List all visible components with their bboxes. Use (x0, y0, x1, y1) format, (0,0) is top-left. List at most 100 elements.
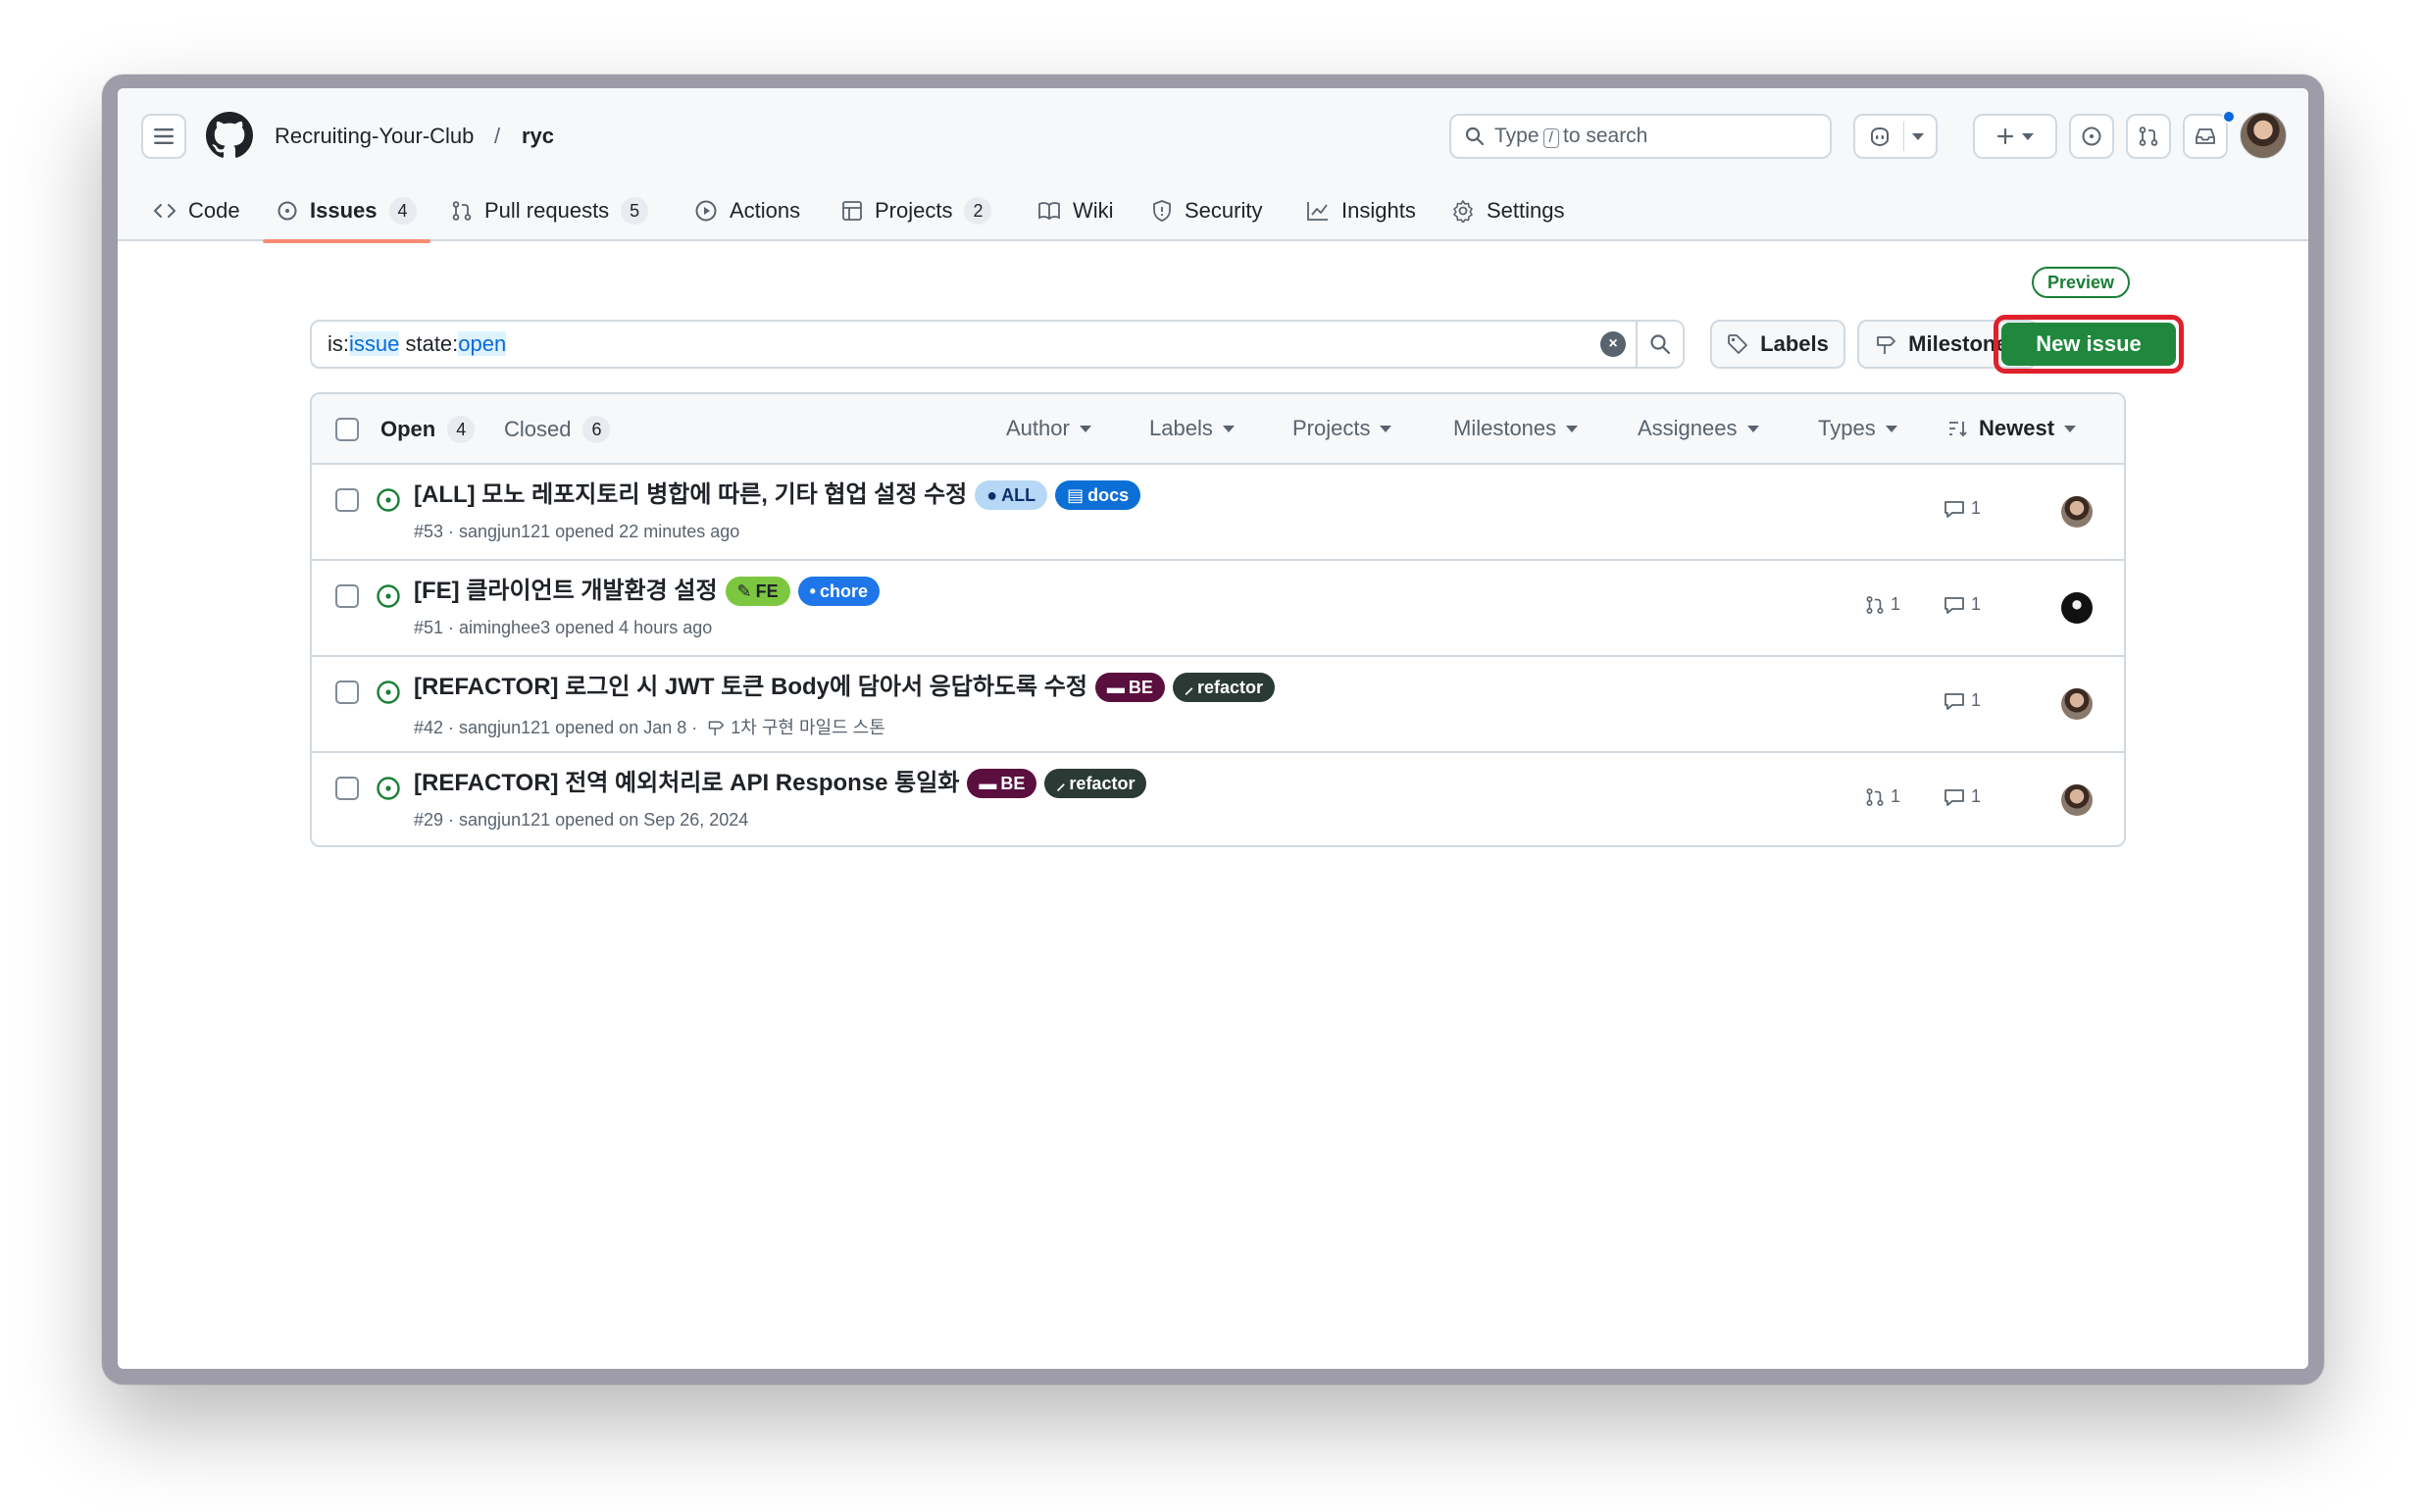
clear-filter-icon[interactable]: × (1600, 331, 1626, 357)
play-icon (695, 200, 717, 222)
global-search-input[interactable]: Type / to search (1449, 114, 1832, 159)
tab-wiki[interactable]: Wiki (1037, 180, 1114, 241)
labels-filter-dropdown[interactable]: Labels (1149, 416, 1235, 441)
linked-pr-count[interactable]: 1 (1865, 594, 1900, 615)
issue-row[interactable]: [FE] 클라이언트 개발환경 설정 ✎ FE • chore #51 · aimi… (312, 561, 2124, 657)
issues-shortcut-button[interactable] (2069, 114, 2114, 159)
issue-meta: #42 · sangjun121 opened on Jan 8 · 1차 구현… (414, 718, 885, 737)
chevron-down-icon (2022, 132, 2034, 140)
tab-code[interactable]: Code (153, 180, 240, 241)
tab-security[interactable]: Security (1151, 180, 1262, 241)
issue-checkbox[interactable] (335, 584, 359, 608)
new-issue-button[interactable]: New issue (2001, 323, 2176, 366)
issue-checkbox[interactable] (335, 680, 359, 704)
assignee-avatar[interactable] (2061, 592, 2093, 624)
assignee-avatar[interactable] (2061, 784, 2093, 816)
author-filter-dropdown[interactable]: Author (1006, 416, 1091, 441)
types-filter-dropdown[interactable]: Types (1818, 416, 1897, 441)
closed-issues-tab[interactable]: Closed 6 (504, 416, 611, 443)
issue-row[interactable]: [REFACTOR] 전역 예외처리로 API Response 통일화 ▬ BE… (312, 753, 2124, 845)
issues-list-header: Open 4 Closed 6 Author Labels Projects M… (312, 394, 2124, 465)
filter-query: is:issue state:open (328, 331, 507, 356)
comment-icon (1944, 596, 1964, 614)
assignees-filter-dropdown[interactable]: Assignees (1638, 416, 1759, 441)
issue-meta: #51 · aiminghee3 opened 4 hours ago (414, 618, 713, 637)
chevron-down-icon (1566, 425, 1579, 432)
projects-count-badge: 2 (964, 197, 992, 225)
menu-button[interactable] (141, 114, 186, 159)
sort-desc-icon (1949, 422, 1967, 437)
new-issue-highlight: New issue (1994, 315, 2184, 374)
assignee-avatar[interactable] (2061, 688, 2093, 720)
label-chore[interactable]: • chore (797, 577, 880, 606)
copilot-icon (1870, 126, 1889, 147)
search-placeholder: Type / to search (1494, 125, 1648, 148)
issue-title-line: [ALL] 모노 레포지토리 병합에 따른, 기타 협업 설정 수정 ● ALL … (414, 479, 1141, 512)
sort-dropdown[interactable]: Newest (1947, 416, 2077, 441)
label-refactor[interactable]: ⸝ refactor (1044, 769, 1147, 798)
tab-projects[interactable]: Projects 2 (841, 180, 992, 241)
chevron-down-icon (1222, 425, 1235, 432)
create-new-button[interactable] (1973, 114, 2057, 159)
issue-title-link[interactable]: [FE] 클라이언트 개발환경 설정 (414, 575, 718, 608)
label-all[interactable]: ● ALL (975, 480, 1048, 510)
label-be[interactable]: ▬ BE (967, 769, 1037, 798)
search-icon (1465, 126, 1485, 146)
issue-row[interactable]: [ALL] 모노 레포지토리 병합에 따른, 기타 협업 설정 수정 ● ALL … (312, 465, 2124, 561)
comment-icon (1944, 692, 1964, 710)
tab-settings[interactable]: Settings (1451, 180, 1565, 241)
comment-count[interactable]: 1 (1944, 690, 1981, 711)
copilot-button[interactable] (1853, 114, 1938, 159)
pull-requests-shortcut-button[interactable] (2126, 114, 2171, 159)
inbox-icon (2196, 128, 2215, 144)
issue-open-icon (377, 488, 400, 512)
comment-count[interactable]: 1 (1944, 786, 1981, 807)
tab-pull-requests[interactable]: Pull requests 5 (451, 180, 649, 241)
notifications-button[interactable] (2183, 114, 2228, 159)
issues-filter-input[interactable]: is:issue state:open × (310, 320, 1685, 369)
tab-actions[interactable]: Actions (694, 180, 800, 241)
comment-icon (1944, 500, 1964, 518)
github-logo-icon[interactable] (206, 112, 253, 159)
comment-count[interactable]: 1 (1944, 594, 1981, 615)
milestones-filter-dropdown[interactable]: Milestones (1453, 416, 1579, 441)
label-docs[interactable]: ▤ docs (1055, 480, 1141, 510)
issues-list: Open 4 Closed 6 Author Labels Projects M… (310, 392, 2126, 847)
filter-search-button[interactable] (1636, 322, 1683, 367)
issue-opened-icon (2082, 126, 2101, 146)
issue-checkbox[interactable] (335, 777, 359, 800)
projects-filter-dropdown[interactable]: Projects (1292, 416, 1392, 441)
milestone-link[interactable]: 1차 구현 마일드 스톤 (731, 718, 885, 737)
pull-requests-count-badge: 5 (621, 197, 649, 225)
issue-checkbox[interactable] (335, 488, 359, 512)
comment-icon (1944, 788, 1964, 806)
assignee-avatar[interactable] (2061, 496, 2093, 528)
tag-icon (1728, 334, 1748, 354)
repo-header: Recruiting-Your-Club / ryc Type / to searc… (118, 88, 2308, 243)
breadcrumb-org[interactable]: Recruiting-Your-Club (275, 124, 474, 149)
breadcrumb-repo[interactable]: ryc (522, 124, 554, 149)
issue-row[interactable]: [REFACTOR] 로그인 시 JWT 토큰 Body에 담아서 응답하도록 … (312, 657, 2124, 753)
select-all-checkbox[interactable] (335, 418, 359, 441)
issue-meta: #29 · sangjun121 opened on Sep 26, 2024 (414, 810, 749, 830)
label-fe[interactable]: ✎ FE (725, 577, 790, 606)
chevron-down-icon (1746, 425, 1759, 432)
issue-title-line: [REFACTOR] 전역 예외처리로 API Response 통일화 ▬ BE… (414, 767, 1147, 800)
book-icon (1038, 202, 1060, 221)
issue-title-link[interactable]: [REFACTOR] 전역 예외처리로 API Response 통일화 (414, 767, 959, 800)
issue-title-link[interactable]: [ALL] 모노 레포지토리 병합에 따른, 기타 협업 설정 수정 (414, 479, 967, 512)
label-refactor[interactable]: ⸝ refactor (1172, 673, 1275, 702)
comment-count[interactable]: 1 (1944, 498, 1981, 519)
issue-title-link[interactable]: [REFACTOR] 로그인 시 JWT 토큰 Body에 담아서 응답하도록 … (414, 671, 1087, 704)
issue-title-line: [REFACTOR] 로그인 시 JWT 토큰 Body에 담아서 응답하도록 … (414, 671, 1275, 704)
git-pull-request-icon (1866, 595, 1884, 614)
open-issues-tab[interactable]: Open 4 (380, 416, 476, 443)
linked-pr-count[interactable]: 1 (1865, 786, 1900, 807)
tab-insights[interactable]: Insights (1306, 180, 1416, 241)
label-be[interactable]: ▬ BE (1094, 673, 1165, 702)
user-avatar[interactable] (2240, 112, 2287, 159)
issue-open-icon (377, 584, 400, 608)
preview-badge[interactable]: Preview (2032, 267, 2131, 298)
tab-issues[interactable]: Issues 4 (263, 180, 429, 243)
labels-button[interactable]: Labels (1710, 320, 1845, 369)
